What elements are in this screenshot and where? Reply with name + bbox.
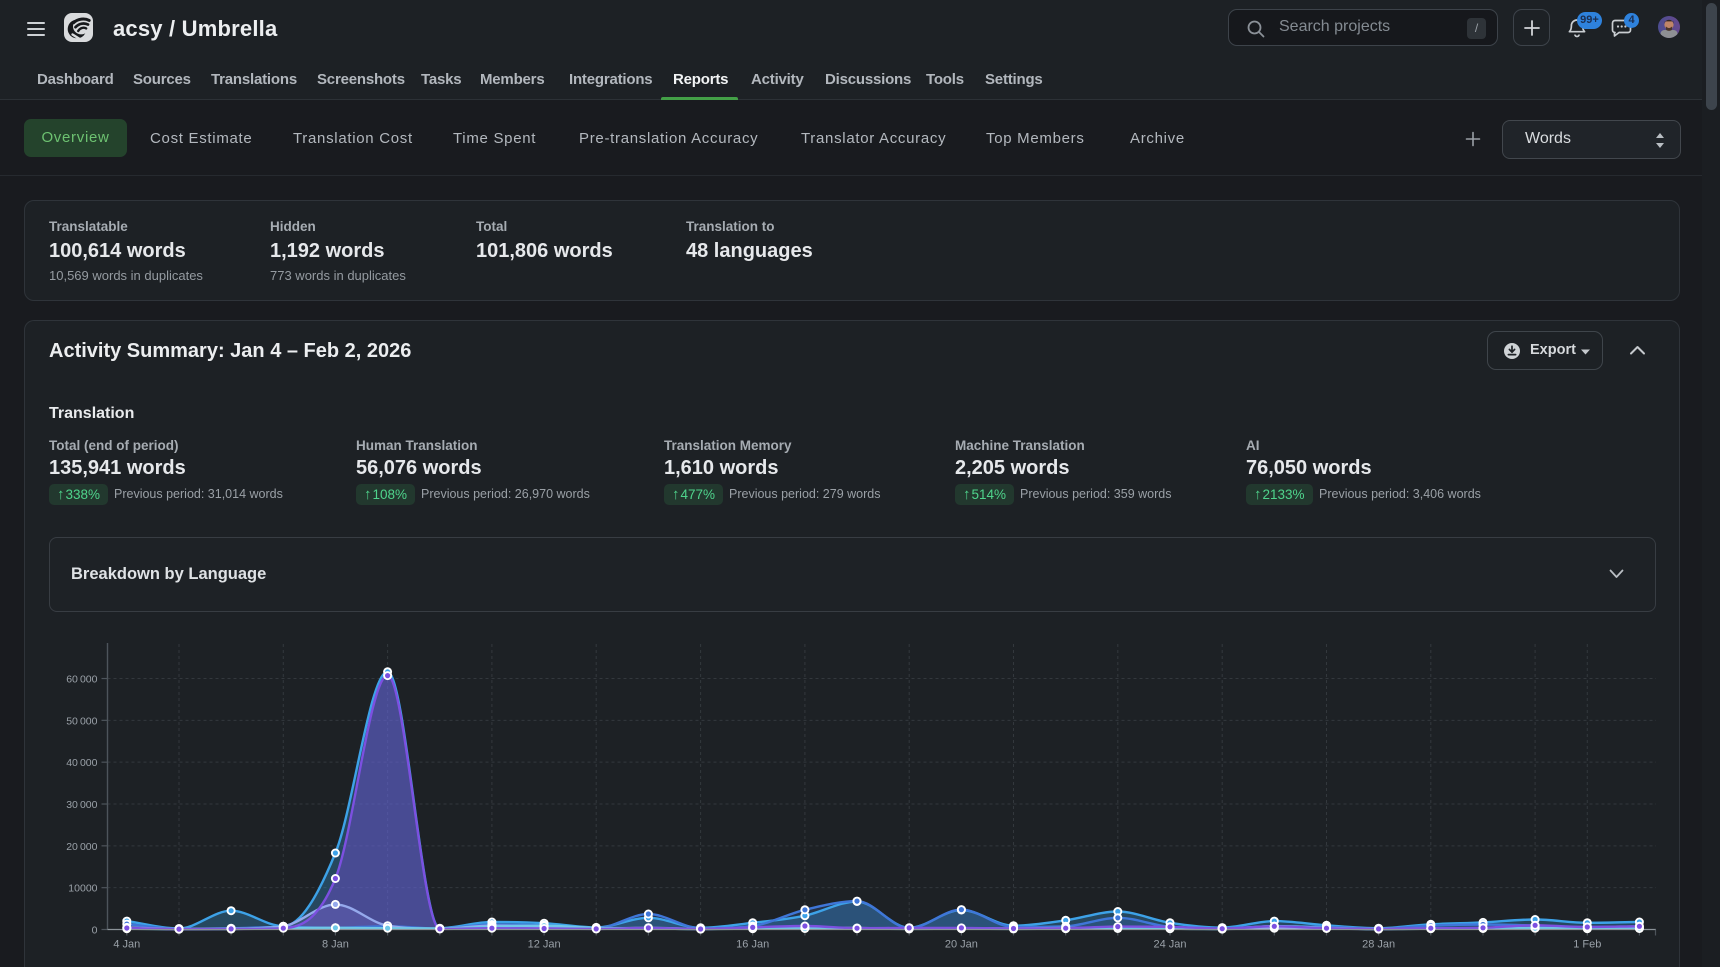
svg-text:28 Jan: 28 Jan (1362, 939, 1395, 951)
svg-text:30 000: 30 000 (66, 799, 97, 811)
svg-text:1 Feb: 1 Feb (1573, 939, 1601, 951)
svg-text:16 Jan: 16 Jan (736, 939, 769, 951)
svg-text:50 000: 50 000 (66, 715, 97, 727)
svg-text:24 Jan: 24 Jan (1153, 939, 1186, 951)
svg-text:10000: 10000 (68, 883, 97, 895)
svg-text:20 000: 20 000 (66, 841, 97, 853)
svg-text:20 Jan: 20 Jan (945, 939, 978, 951)
svg-text:60 000: 60 000 (66, 674, 97, 686)
svg-text:8 Jan: 8 Jan (322, 939, 349, 951)
svg-text:12 Jan: 12 Jan (528, 939, 561, 951)
svg-text:40 000: 40 000 (66, 757, 97, 769)
svg-text:4 Jan: 4 Jan (113, 939, 140, 951)
svg-text:0: 0 (92, 925, 98, 937)
